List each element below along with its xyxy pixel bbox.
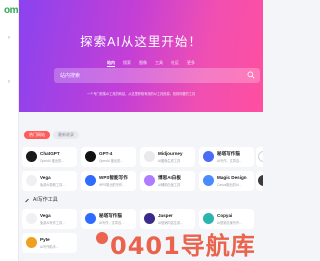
tool-desc: AI营销内容生成... xyxy=(158,221,183,225)
tool-card[interactable] xyxy=(256,171,263,191)
tool-card[interactable]: Vega 免费AI写作工具... xyxy=(22,209,77,229)
tool-icon xyxy=(258,151,263,162)
tool-icon xyxy=(26,151,37,162)
tool-name: Midjourney xyxy=(158,151,183,156)
tool-desc: AI图像生成工具 xyxy=(158,159,181,163)
tool-card[interactable]: WPS智能写作 WPS推出的写作... xyxy=(81,171,136,191)
tool-desc: OpenAI 推出的... xyxy=(40,159,64,163)
tool-card[interactable] xyxy=(256,147,263,167)
tool-name: Vega xyxy=(40,213,51,218)
tool-desc: OpenAI 推出的... xyxy=(99,159,123,163)
tool-desc: AI写作，文章自... xyxy=(99,221,124,225)
tool-card[interactable]: GPT-4 OpenAI 推出的... xyxy=(81,147,136,167)
search-tab[interactable]: 站内 xyxy=(107,60,115,67)
tool-desc: AI写作助手... xyxy=(40,245,59,249)
watermark-logo xyxy=(96,232,108,244)
hero-banner: 探索AI从这里开始！ 站内 搜索 图像 工具 社区 更多 站内搜索 一个专门收集… xyxy=(19,0,263,112)
page: om › › 探索AI从这里开始！ 站内 搜索 图像 工具 社区 更多 站内搜索… xyxy=(0,0,263,261)
logo[interactable]: om xyxy=(0,5,19,17)
tool-card[interactable]: Midjourney AI图像生成工具 xyxy=(140,147,195,167)
tool-desc: 免费AI写作工具... xyxy=(40,221,65,225)
section-heading: AI写作工具 xyxy=(24,196,58,203)
search-tabs: 站内 搜索 图像 工具 社区 更多 xyxy=(107,60,195,67)
tool-card[interactable]: 博思AI白板 AI辅助白板工具 xyxy=(140,171,195,191)
search-tab[interactable]: 更多 xyxy=(187,60,195,67)
search-tab[interactable]: 工具 xyxy=(155,60,163,67)
tool-icon xyxy=(26,175,37,186)
chevron-right-icon[interactable]: › xyxy=(8,79,10,85)
tool-icon xyxy=(85,175,96,186)
tag-hot[interactable]: 热门网站 xyxy=(24,131,50,139)
tool-name: Magic Design xyxy=(217,175,247,180)
search-tab[interactable]: 搜索 xyxy=(123,60,131,67)
tool-icon xyxy=(144,175,155,186)
tool-icon xyxy=(26,213,37,224)
tool-name: Pyte xyxy=(40,237,50,242)
tool-name: ChatGPT xyxy=(40,151,60,156)
filter-tags: 热门网站 最新收录 xyxy=(24,131,79,139)
tool-desc: AI辅助白板工具 xyxy=(158,183,181,187)
tool-icon xyxy=(258,175,263,186)
tool-card[interactable]: 秘塔写作猫 AI写作，文章自... xyxy=(199,147,254,167)
tool-name: Jasper xyxy=(158,213,173,218)
tool-card[interactable]: Magic Design Canva推出的AI... xyxy=(199,171,254,191)
tool-icon xyxy=(85,213,96,224)
sailboat-icon xyxy=(144,151,155,162)
tool-desc: AI营销文案写作... xyxy=(217,221,242,225)
tool-name: GPT-4 xyxy=(99,151,113,156)
tool-icon xyxy=(85,151,96,162)
tool-card[interactable]: ChatGPT OpenAI 推出的... xyxy=(22,147,77,167)
search-tab[interactable]: 图像 xyxy=(139,60,147,67)
tool-desc: WPS推出的写作... xyxy=(99,183,125,187)
watermark: 0401导航库 xyxy=(110,232,256,260)
section-title: AI写作工具 xyxy=(33,197,58,203)
logo-text: om xyxy=(4,5,19,16)
tool-name: Vega xyxy=(40,175,51,180)
tool-name: Copyai xyxy=(217,213,233,218)
tool-desc: AI写作，文章自... xyxy=(217,159,242,163)
tool-icon xyxy=(203,213,214,224)
tool-name: WPS智能写作 xyxy=(99,175,128,180)
chevron-right-icon[interactable]: › xyxy=(8,35,10,41)
tool-icon xyxy=(203,151,214,162)
search-icon[interactable] xyxy=(247,71,255,79)
tool-name: 秘塔写作猫 xyxy=(217,151,240,156)
tool-card[interactable]: Pyte AI写作助手... xyxy=(22,233,77,253)
sidebar: om › › xyxy=(0,0,19,261)
tool-name: 秘塔写作猫 xyxy=(99,213,122,218)
tool-name: 博思AI白板 xyxy=(158,175,181,180)
tag-new[interactable]: 最新收录 xyxy=(53,131,79,139)
hero-note: 一个专门收集AI工具的网站，从这里获取有用的AI工具资源，找到你要的工具 xyxy=(86,92,196,96)
search-input[interactable]: 站内搜索 xyxy=(54,68,260,83)
tool-card[interactable]: Vega 免费AI视频工具... xyxy=(22,171,77,191)
search-placeholder: 站内搜索 xyxy=(60,73,81,79)
tool-icon xyxy=(144,213,155,224)
tool-desc: 免费AI视频工具... xyxy=(40,183,65,187)
hero-title: 探索AI从这里开始！ xyxy=(80,35,202,49)
search-tab[interactable]: 社区 xyxy=(171,60,179,67)
pen-icon xyxy=(25,198,29,202)
tool-icon xyxy=(26,237,37,248)
tool-desc: Canva推出的AI... xyxy=(217,183,242,187)
tool-icon xyxy=(203,175,214,186)
